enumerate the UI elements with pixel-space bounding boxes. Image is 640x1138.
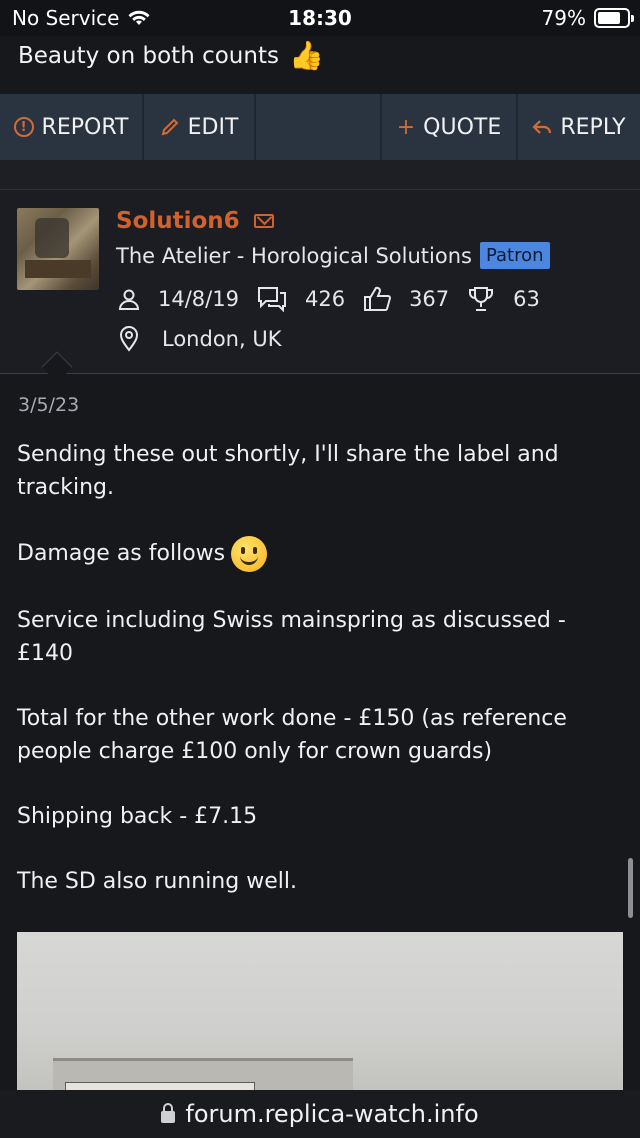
location-pin-icon (119, 326, 139, 352)
report-icon: ! (13, 117, 34, 137)
post-body: Sending these out shortly, I'll share th… (17, 438, 617, 930)
quote-label: QUOTE (423, 114, 502, 140)
reaction-count: 367 (409, 287, 450, 311)
edit-label: EDIT (187, 114, 239, 140)
author-title-row: The Atelier - Horological Solutions Patr… (116, 242, 550, 269)
author-name-row: Solution6 (116, 208, 274, 234)
scrollbar[interactable] (628, 858, 633, 918)
reply-label: REPLY (560, 114, 626, 140)
joined-stat: 14/8/19 (118, 287, 239, 311)
points-stat: 63 (467, 286, 540, 312)
thumbs-up-icon: 👍 (288, 39, 324, 72)
avatar-shape-gear (35, 218, 69, 258)
battery-icon (594, 8, 634, 28)
battery-fill (598, 12, 621, 24)
report-button[interactable]: ! REPORT (0, 94, 144, 160)
message-count: 426 (304, 287, 346, 311)
previous-post-line: Beauty on both counts (18, 43, 279, 69)
points-count: 63 (513, 287, 540, 311)
edit-button[interactable]: EDIT (144, 94, 256, 160)
author-name[interactable]: Solution6 (116, 208, 240, 234)
report-label: REPORT (41, 114, 129, 140)
thumbs-up-outline-icon (364, 286, 392, 312)
post-paragraph: Sending these out shortly, I'll share th… (17, 442, 559, 500)
mail-icon[interactable] (253, 214, 274, 228)
action-spacer (256, 94, 382, 160)
author-block: Solution6 The Atelier - Horological Solu… (0, 190, 640, 383)
post-paragraph: Service including Swiss mainspring as di… (17, 608, 566, 666)
trophy-icon (469, 287, 494, 311)
location-text: London, UK (162, 327, 282, 351)
author-location: London, UK (118, 326, 281, 352)
plus-icon: + (396, 114, 416, 140)
avatar-shape-base (25, 260, 91, 278)
post-paragraph: Shipping back - £7.15 (17, 804, 258, 829)
author-notch (41, 351, 73, 383)
messages-icon (257, 287, 286, 312)
status-bar: No Service 18:30 79% (0, 0, 640, 36)
reply-arrow-icon (532, 120, 552, 134)
post-paragraph: Damage as follows (17, 541, 226, 566)
status-right: 79% (541, 6, 634, 30)
patron-badge: Patron (479, 242, 550, 269)
battery-percent: 79% (541, 6, 586, 30)
url-domain: forum.replica-watch.info (185, 1100, 479, 1128)
avatar[interactable] (17, 208, 99, 290)
post-paragraph: The SD also running well. (17, 869, 297, 894)
post-paragraph-with-emoji: Damage as follows (17, 536, 617, 572)
post-paragraph: Total for the other work done - £150 (as… (17, 706, 567, 764)
pencil-icon (161, 118, 179, 136)
lock-icon (161, 1103, 176, 1123)
joined-date: 14/8/19 (158, 287, 239, 311)
post-date[interactable]: 3/5/23 (18, 394, 79, 416)
reactions-stat: 367 (363, 286, 449, 312)
author-stats: 14/8/19 426 367 63 (118, 286, 540, 312)
quote-button[interactable]: + QUOTE (382, 94, 518, 160)
post-attachment-image[interactable] (17, 932, 623, 1092)
post-action-bar: ! REPORT EDIT + QUOTE REPLY (0, 94, 640, 160)
url-bar[interactable]: forum.replica-watch.info (0, 1090, 640, 1138)
user-icon (118, 289, 140, 310)
author-title: The Atelier - Horological Solutions (116, 243, 472, 268)
post-separator (0, 160, 640, 190)
previous-post-text: Beauty on both counts 👍 (18, 42, 324, 70)
smile-emoji-icon (231, 536, 268, 572)
messages-stat: 426 (257, 286, 345, 312)
reply-button[interactable]: REPLY (518, 94, 640, 160)
